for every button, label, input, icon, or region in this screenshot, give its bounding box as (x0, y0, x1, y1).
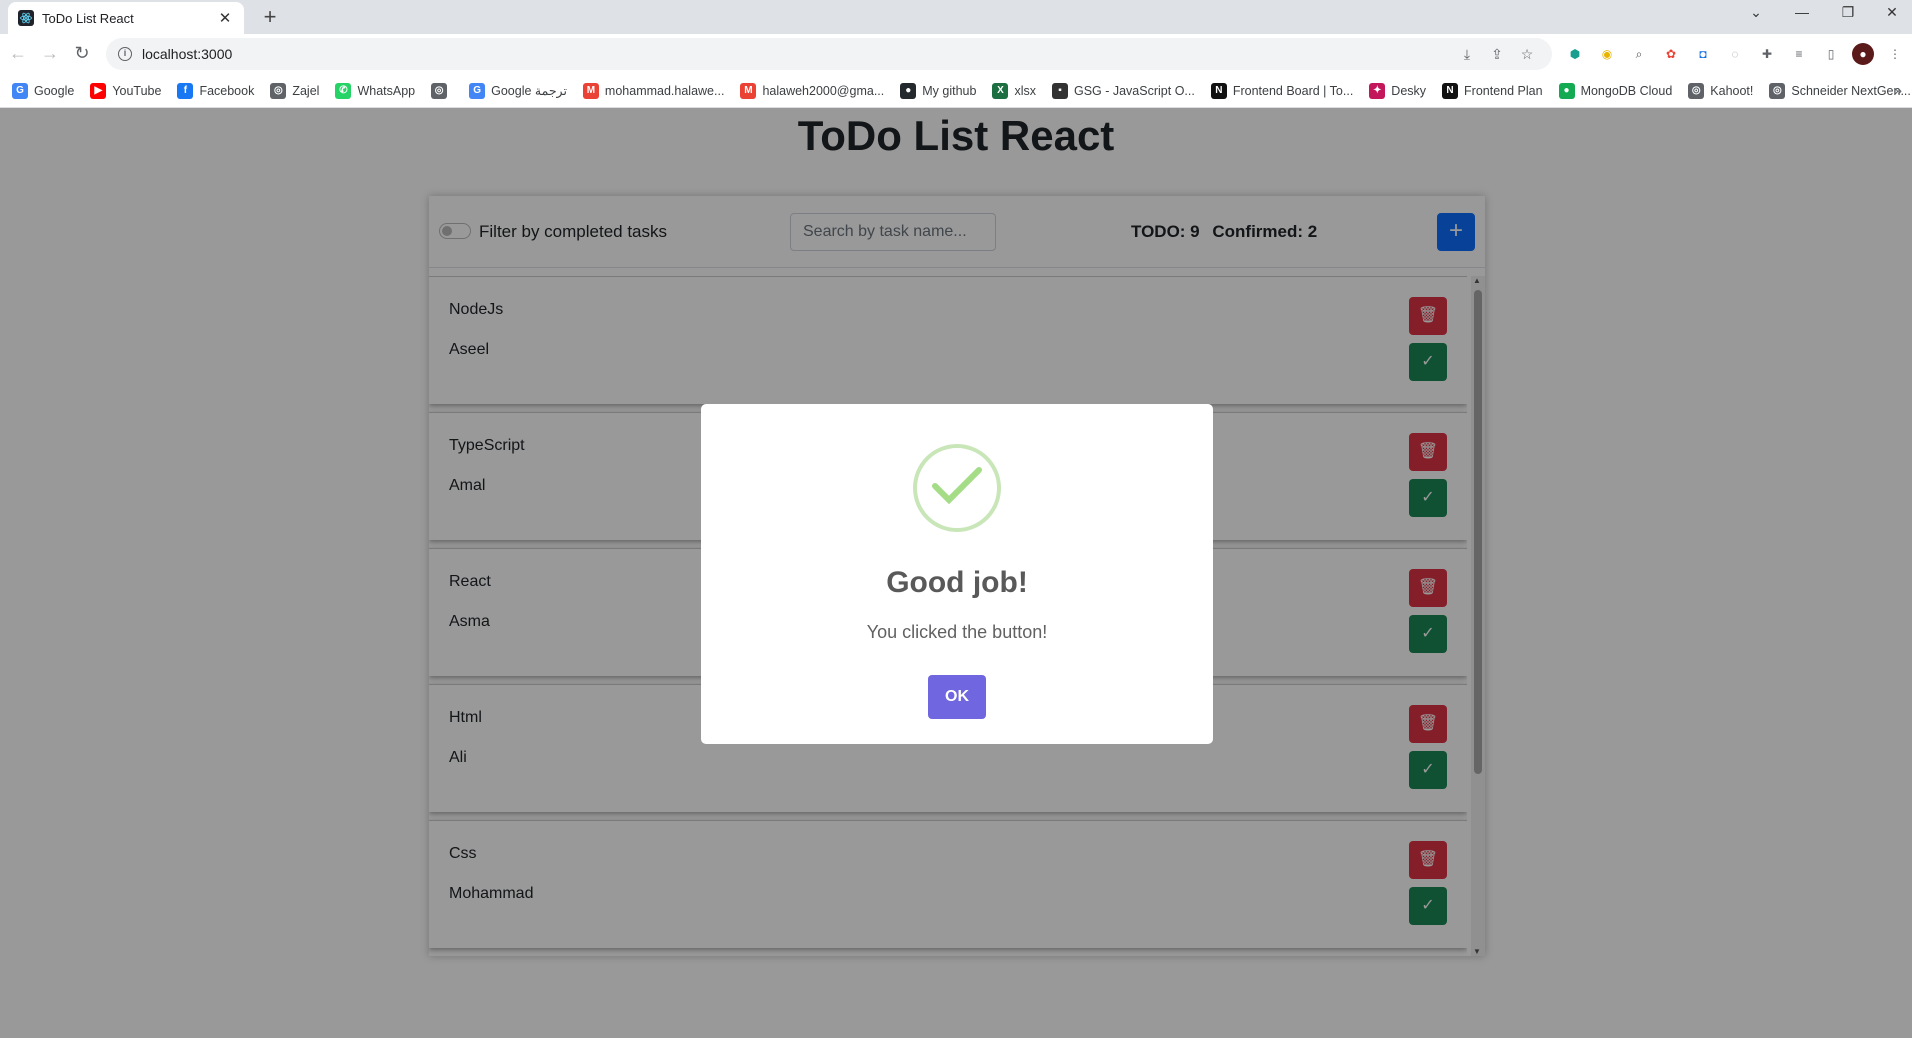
profile-avatar[interactable]: ● (1852, 43, 1874, 65)
color-extension-icon[interactable]: ✿ (1660, 43, 1682, 65)
bookmark-item[interactable]: N Frontend Board | To... (1210, 82, 1354, 99)
window-close-icon[interactable]: ✕ (1872, 4, 1912, 21)
bookmark-item[interactable]: ◎ (431, 82, 453, 99)
browser-tab[interactable]: ToDo List React ✕ (8, 2, 244, 34)
bookmark-item[interactable]: ◎ Schneider NextGen... (1769, 82, 1911, 99)
bookmark-label: GSG - JavaScript O... (1073, 83, 1195, 98)
extensions-bar: ⬢ ◉ ⌕ ✿ ◘ ◌ ✚ ≡ ▯ ● ⋮ (1564, 43, 1906, 65)
bookmark-item[interactable]: ◎ Kahoot! (1688, 82, 1754, 99)
bookmark-item[interactable]: G Google (12, 82, 75, 99)
puzzle-icon[interactable]: ✚ (1756, 43, 1778, 65)
reading-list-icon[interactable]: ≡ (1788, 43, 1810, 65)
bookmark-label: mohammad.halawe... (604, 83, 725, 98)
modal-text: You clicked the button! (866, 622, 1048, 642)
translate-icon: G (469, 82, 486, 99)
bookmark-star-icon[interactable]: ☆ (1518, 45, 1536, 63)
bookmark-item[interactable]: ● My github (900, 82, 977, 99)
bookmark-label: MongoDB Cloud (1580, 83, 1673, 98)
bookmark-item[interactable]: N Frontend Plan (1442, 82, 1543, 99)
globe-icon: ◎ (1769, 82, 1786, 99)
inspect-extension-icon[interactable]: ⌕ (1628, 43, 1650, 65)
side-panel-icon[interactable]: ▯ (1820, 43, 1842, 65)
bookmarks-bar: G Google ▶ YouTube f Facebook ◎ Zajel ✆ WhatsApp ◎… (0, 74, 1912, 108)
extension-icon[interactable]: ◉ (1596, 43, 1618, 65)
bookmark-label: Desky (1391, 83, 1427, 98)
restore-icon[interactable]: ❐ (1828, 4, 1868, 21)
gmail-icon: M (740, 82, 757, 99)
tab-close-icon[interactable]: ✕ (216, 9, 234, 27)
tab-title: ToDo List React (42, 10, 134, 26)
bookmark-item[interactable]: ▶ YouTube (90, 82, 162, 99)
bookmark-label: Facebook (199, 83, 255, 98)
menu-icon[interactable]: ⋮ (1884, 43, 1906, 65)
share-icon[interactable]: ⇪ (1488, 45, 1506, 63)
whatsapp-icon: ✆ (335, 82, 352, 99)
back-icon[interactable]: ← (6, 43, 30, 64)
tab-search-icon[interactable]: ⌄ (1736, 4, 1776, 21)
address-bar[interactable]: i localhost:3000 ⤓ ⇪ ☆ (106, 38, 1552, 70)
bookmark-label: WhatsApp (357, 83, 416, 98)
browser-tabstrip: ToDo List React ✕ + ⌄ — ❐ ✕ (0, 0, 1912, 34)
bookmark-label: halaweh2000@gma... (762, 83, 885, 98)
url-text: localhost:3000 (142, 46, 233, 62)
bookmark-item[interactable]: f Facebook (177, 82, 255, 99)
youtube-icon: ▶ (90, 82, 107, 99)
globe-icon: ◎ (1688, 82, 1705, 99)
gmail-icon: M (582, 82, 599, 99)
bookmark-label: Google (34, 83, 75, 98)
notion-icon: N (1442, 82, 1459, 99)
react-icon (18, 10, 34, 26)
bookmark-label: Zajel (292, 83, 320, 98)
globe-icon: ◎ (431, 82, 448, 99)
globe-icon: ◎ (270, 82, 287, 99)
bookmark-item[interactable]: G Google ترجمة (469, 82, 567, 99)
bookmark-label: YouTube (112, 83, 162, 98)
document-icon: ▪ (1051, 82, 1068, 99)
site-info-icon[interactable]: i (118, 47, 132, 61)
bookmark-label: Frontend Plan (1464, 83, 1543, 98)
bookmark-item[interactable]: ▪ GSG - JavaScript O... (1051, 82, 1195, 99)
github-icon: ● (900, 82, 917, 99)
success-modal: Good job! You clicked the button! OK (701, 404, 1213, 744)
more-bookmarks-icon[interactable]: » (1894, 82, 1902, 98)
ok-button[interactable]: OK (928, 675, 986, 719)
bookmark-item[interactable]: Mhalaweh2000@gma... (740, 82, 885, 99)
shield-extension-icon[interactable]: ⬢ (1564, 43, 1586, 65)
new-tab-icon[interactable]: + (257, 4, 283, 30)
install-icon[interactable]: ⤓ (1458, 45, 1476, 63)
bookmark-item[interactable]: ◎ Zajel (270, 82, 320, 99)
success-check-icon (913, 444, 1001, 532)
bookmark-item[interactable]: ● MongoDB Cloud (1558, 82, 1673, 99)
forward-icon[interactable]: → (38, 43, 62, 64)
bookmark-item[interactable]: ✦ Desky (1369, 82, 1427, 99)
bookmark-label: Frontend Board | To... (1232, 83, 1354, 98)
extension-icon[interactable]: ◘ (1692, 43, 1714, 65)
bookmark-item[interactable]: Mmohammad.halawe... (582, 82, 725, 99)
minimize-icon[interactable]: — (1782, 4, 1822, 20)
facebook-icon: f (177, 82, 194, 99)
bookmark-label: Kahoot! (1710, 83, 1754, 98)
bookmark-label: My github (922, 83, 977, 98)
excel-icon: X (992, 82, 1009, 99)
bookmark-label: Google ترجمة (491, 84, 567, 98)
desky-icon: ✦ (1369, 82, 1386, 99)
extension-icon[interactable]: ◌ (1724, 43, 1746, 65)
google-icon: G (12, 82, 28, 99)
bookmark-item[interactable]: ✆ WhatsApp (335, 82, 416, 99)
bookmark-label: xlsx (1014, 83, 1036, 98)
bookmark-label: Schneider NextGen... (1791, 83, 1911, 98)
notion-icon: N (1210, 82, 1227, 99)
reload-icon[interactable]: ↻ (70, 43, 94, 64)
modal-title: Good job! (886, 566, 1028, 599)
mongodb-icon: ● (1558, 82, 1575, 99)
bookmark-item[interactable]: Xxlsx (992, 82, 1036, 99)
